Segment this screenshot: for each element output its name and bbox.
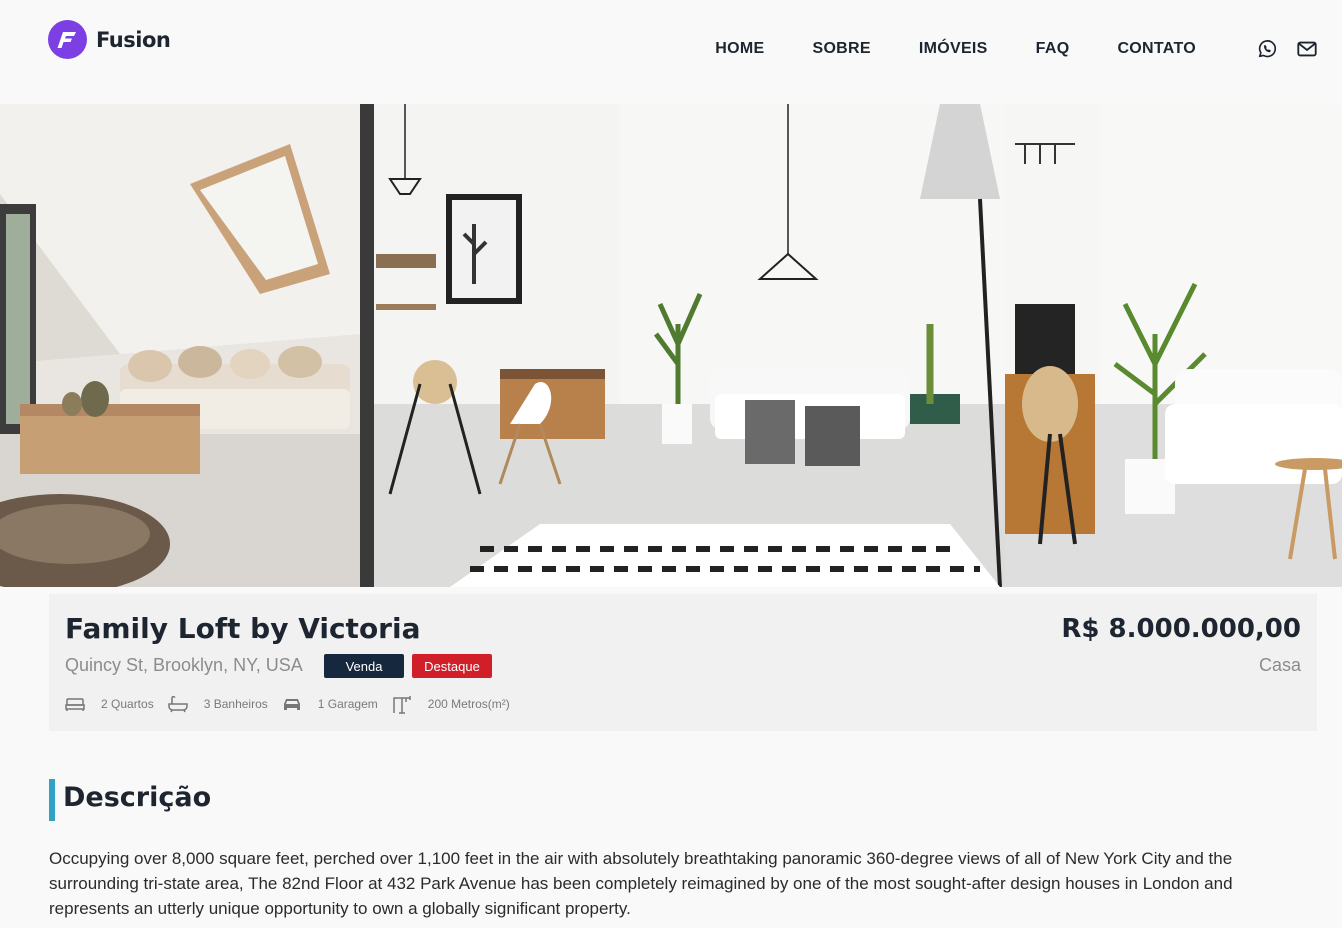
- nav-item-sobre[interactable]: SOBRE: [812, 40, 870, 58]
- bathtub-icon: [167, 694, 188, 714]
- description-heading: Descrição: [63, 782, 212, 813]
- gallery-photo-2[interactable]: [360, 104, 1005, 587]
- area-icon: [392, 694, 412, 714]
- nav-item-contato[interactable]: CONTATO: [1117, 40, 1196, 58]
- car-icon: [282, 694, 302, 714]
- featured-badge: Destaque: [412, 654, 492, 678]
- gallery-photo-1[interactable]: [0, 104, 360, 587]
- property-title: Family Loft by Victoria: [65, 612, 421, 645]
- nav-item-home[interactable]: HOME: [715, 40, 764, 58]
- main-nav: HOME SOBRE IMÓVEIS FAQ CONTATO: [715, 38, 1318, 60]
- site-header: Fusion HOME SOBRE IMÓVEIS FAQ CONTATO: [0, 0, 1342, 104]
- bed-icon: [65, 694, 85, 714]
- brand-name: Fusion: [96, 27, 171, 52]
- bathrooms-count: 3 Banheiros: [203, 697, 268, 711]
- description-text: Occupying over 8,000 square feet, perche…: [49, 849, 1233, 918]
- section-accent-bar: [49, 779, 55, 821]
- property-address: Quincy St, Brooklyn, NY, USA: [65, 655, 303, 675]
- property-price: R$ 8.000.000,00: [1061, 614, 1301, 644]
- property-summary-card: Family Loft by Victoria Quincy St, Brook…: [49, 594, 1317, 731]
- property-features: 2 Quartos 3 Banheiros 1 Garagem 200 Metr…: [65, 694, 524, 714]
- gallery-photo-3[interactable]: [1005, 104, 1342, 587]
- logo[interactable]: Fusion: [48, 20, 171, 59]
- photo-gallery: [0, 104, 1342, 587]
- property-type: Casa: [1258, 655, 1301, 675]
- mail-icon[interactable]: [1296, 38, 1318, 60]
- bedrooms-count: 2 Quartos: [101, 697, 154, 711]
- nav-item-imoveis[interactable]: IMÓVEIS: [919, 40, 988, 58]
- logo-mark-icon: [48, 20, 87, 59]
- garage-count: 1 Garagem: [317, 697, 378, 711]
- whatsapp-icon[interactable]: [1256, 38, 1278, 60]
- sale-badge: Venda: [324, 654, 404, 678]
- area-size: 200 Metros(m²): [427, 697, 510, 711]
- nav-item-faq[interactable]: FAQ: [1036, 40, 1070, 58]
